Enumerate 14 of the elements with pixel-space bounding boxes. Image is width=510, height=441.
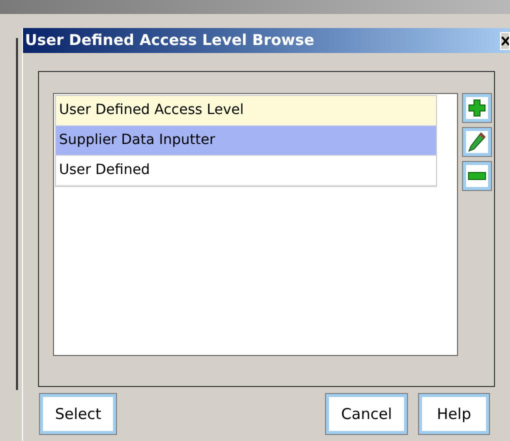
edit-button[interactable] bbox=[463, 128, 491, 156]
remove-button[interactable] bbox=[463, 162, 491, 190]
close-icon bbox=[501, 36, 509, 46]
dialog-button[interactable]: Select bbox=[40, 394, 116, 434]
plus-icon bbox=[468, 99, 486, 117]
dialog-button[interactable]: Cancel bbox=[326, 394, 407, 434]
window-title: User Defined Access Level Browse bbox=[24, 30, 314, 52]
list-header: User Defined Access Level bbox=[56, 96, 436, 126]
dialog-button[interactable]: Help bbox=[419, 394, 489, 434]
pencil-icon bbox=[468, 132, 486, 152]
close-button[interactable] bbox=[500, 32, 510, 50]
list-item[interactable]: Supplier Data Inputter bbox=[56, 126, 436, 156]
minus-icon bbox=[468, 172, 486, 180]
add-button[interactable] bbox=[463, 94, 491, 122]
